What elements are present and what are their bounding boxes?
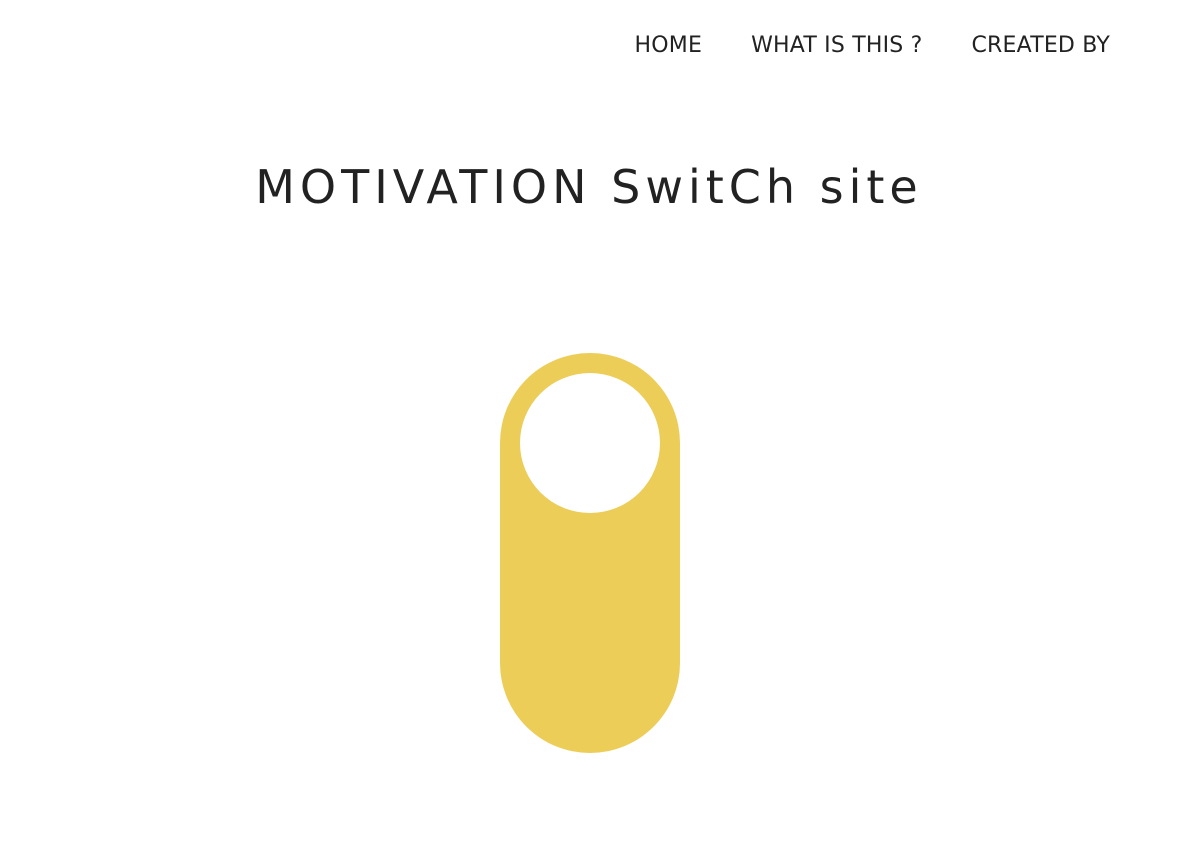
motivation-toggle-switch[interactable] bbox=[500, 353, 680, 753]
page-title: MOTIVATION SwitCh site bbox=[255, 160, 923, 214]
nav-item-created-by[interactable]: CREATED BY bbox=[972, 30, 1111, 62]
nav-item-what-is-this[interactable]: WHAT IS THIS ? bbox=[751, 30, 922, 62]
toggle-knob[interactable] bbox=[520, 373, 660, 513]
nav-item-home[interactable]: HOME bbox=[635, 30, 703, 62]
top-nav: HOME WHAT IS THIS ? CREATED BY bbox=[635, 30, 1110, 62]
